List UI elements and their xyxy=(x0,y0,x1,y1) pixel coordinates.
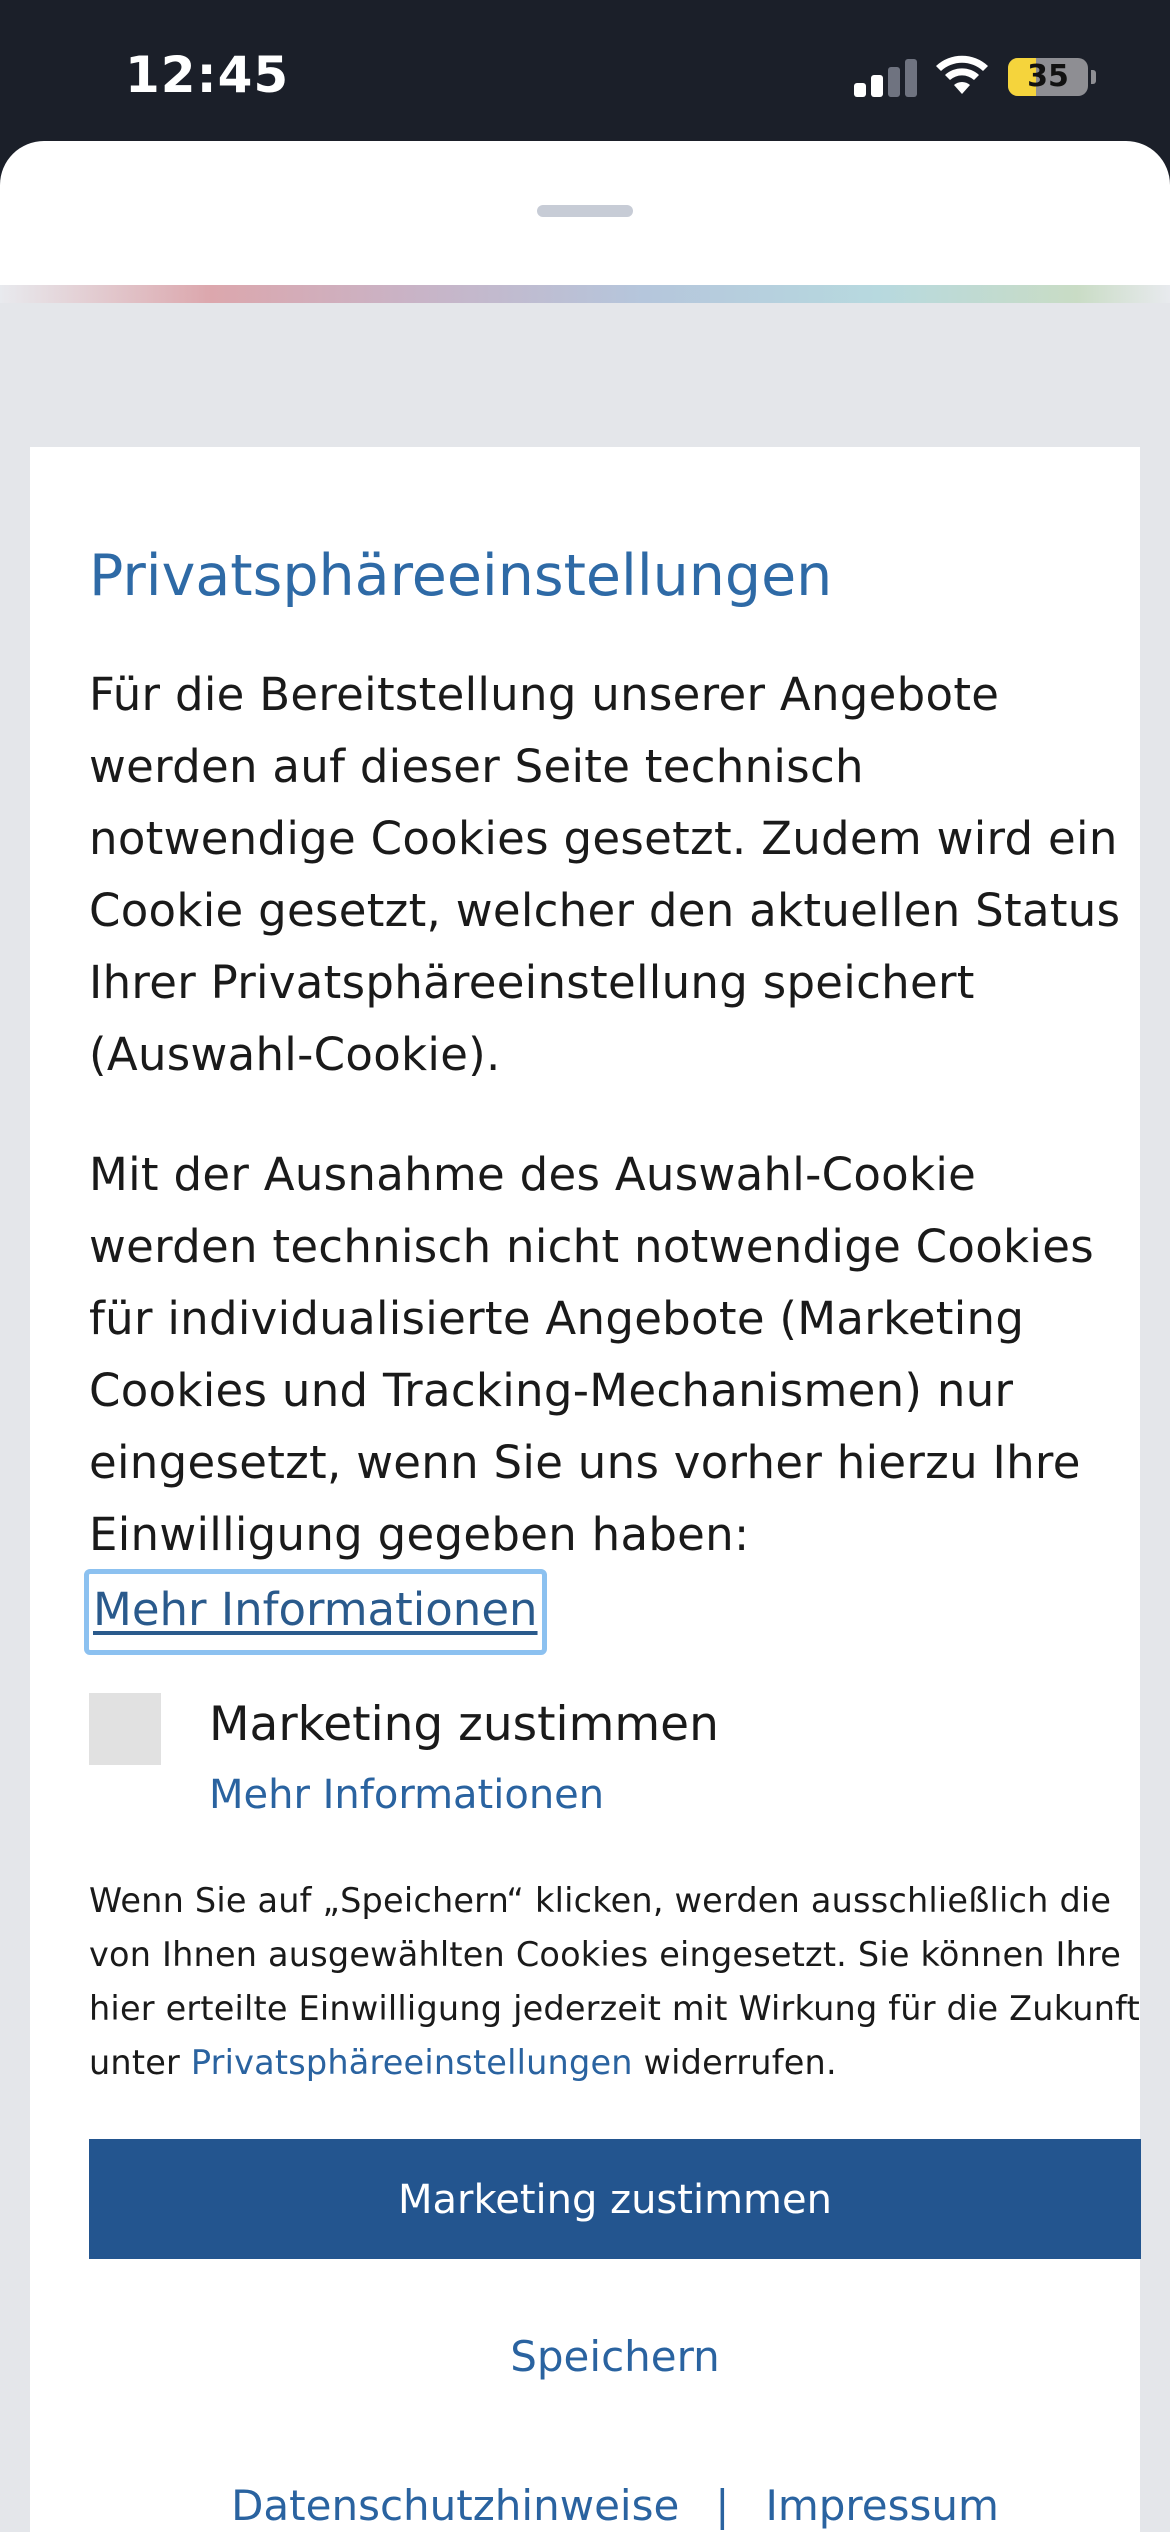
status-bar: 12:45 35 xyxy=(0,0,1170,150)
more-info-link[interactable]: Mehr Informationen xyxy=(84,1569,547,1655)
wifi-icon xyxy=(936,55,988,94)
privacy-settings-link[interactable]: Privatsphäreeinstellungen xyxy=(191,2043,633,2082)
marketing-checkbox[interactable] xyxy=(89,1693,161,1765)
status-time: 12:45 xyxy=(125,46,290,104)
accept-marketing-button[interactable]: Marketing zustimmen xyxy=(89,2139,1141,2259)
privacy-notice-link[interactable]: Datenschutzhinweise xyxy=(231,2481,679,2530)
privacy-settings-dialog: Privatsphäreeinstellungen Für die Bereit… xyxy=(30,447,1141,2532)
consent-paragraph: Mit der Ausnahme des Auswahl-Cookie werd… xyxy=(89,1148,1094,1561)
intro-paragraph: Für die Bereitstellung unserer Angebote … xyxy=(89,668,1121,1081)
footer-links: Datenschutzhinweise | Impressum xyxy=(89,2481,1141,2530)
cellular-signal-icon xyxy=(854,57,917,97)
save-button[interactable]: Speichern xyxy=(89,2297,1141,2417)
save-notice-end: widerrufen. xyxy=(632,2043,837,2082)
marketing-more-info-link[interactable]: Mehr Informationen xyxy=(209,1772,604,1818)
battery-icon: 35 xyxy=(1008,58,1088,96)
marketing-checkbox-label[interactable]: Marketing zustimmen xyxy=(209,1697,719,1752)
dialog-title: Privatsphäreeinstellungen xyxy=(89,543,833,609)
sheet-drag-handle[interactable] xyxy=(537,205,633,217)
battery-tip xyxy=(1091,70,1096,84)
imprint-link[interactable]: Impressum xyxy=(765,2481,998,2530)
bottom-sheet: Privatsphäreeinstellungen Für die Bereit… xyxy=(0,141,1170,2532)
battery-percentage: 35 xyxy=(1027,59,1069,94)
page-color-strip xyxy=(0,285,1170,303)
save-notice: Wenn Sie auf „Speichern“ klicken, werden… xyxy=(89,1874,1149,2090)
footer-separator: | xyxy=(715,2481,730,2530)
